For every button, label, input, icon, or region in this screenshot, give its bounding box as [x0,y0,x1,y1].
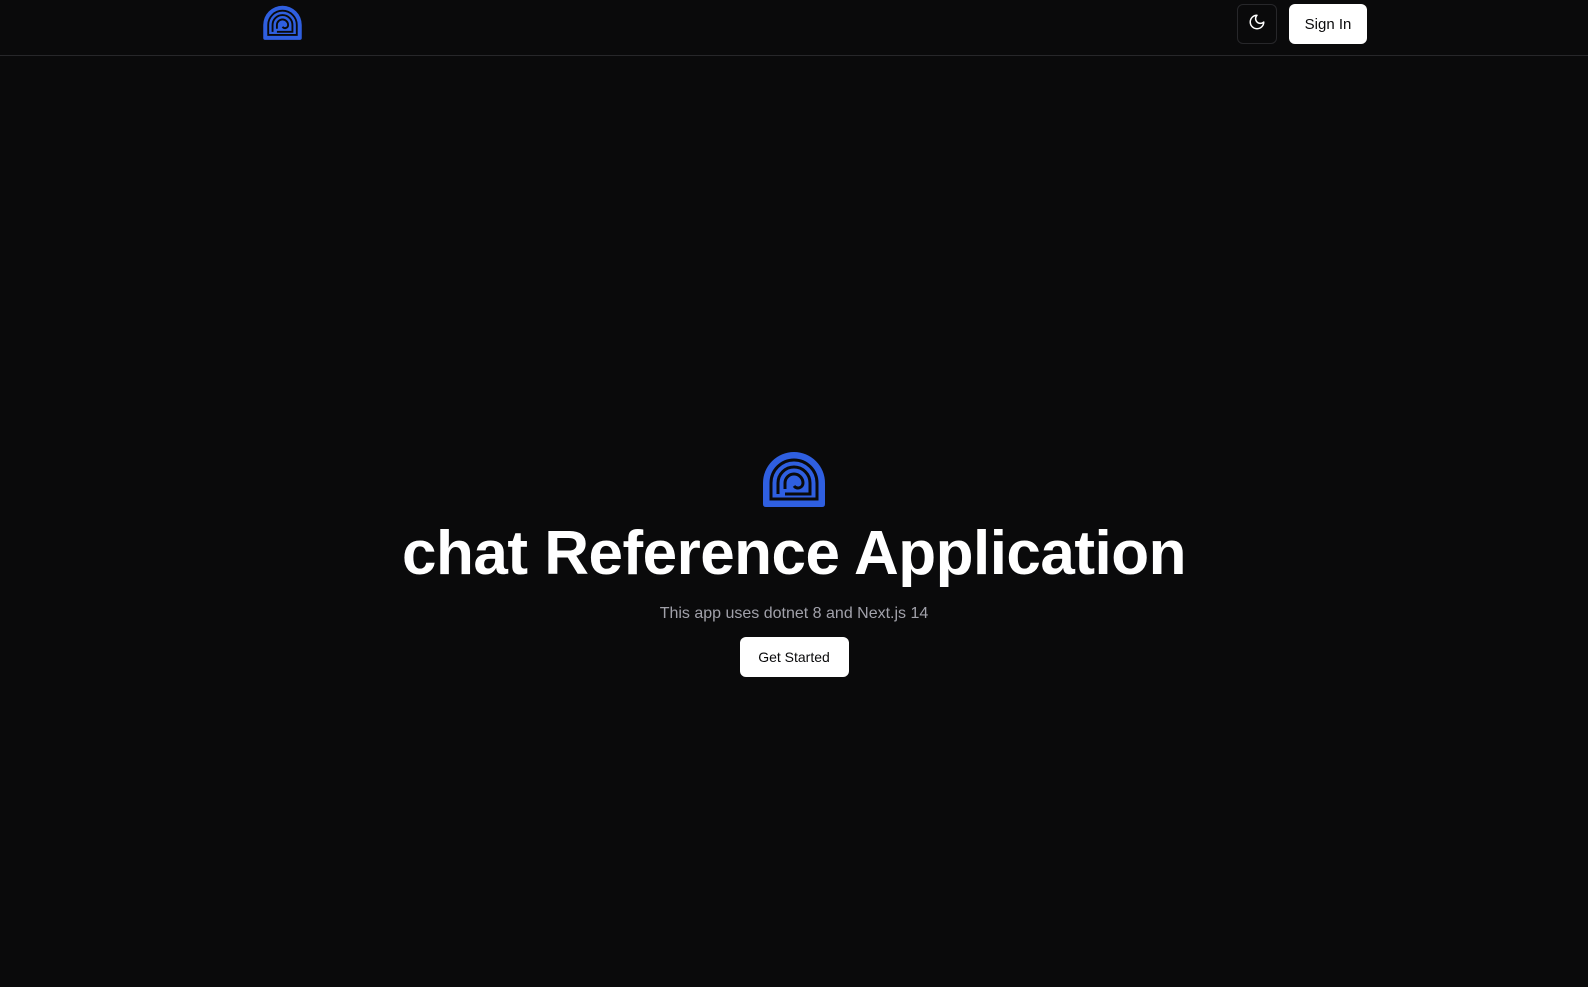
top-navbar: Sign In [0,0,1588,56]
hero-section: chat Reference Application This app uses… [0,450,1588,678]
theme-toggle-button[interactable] [1237,4,1277,44]
spiral-logo-icon[interactable] [262,4,303,41]
get-started-button[interactable]: Get Started [739,637,849,678]
spiral-logo-icon [761,450,827,508]
sign-in-button[interactable]: Sign In [1289,4,1367,44]
page-title: chat Reference Application [401,519,1187,588]
page-subtitle: This app uses dotnet 8 and Next.js 14 [659,605,929,623]
moon-icon [1248,13,1266,36]
